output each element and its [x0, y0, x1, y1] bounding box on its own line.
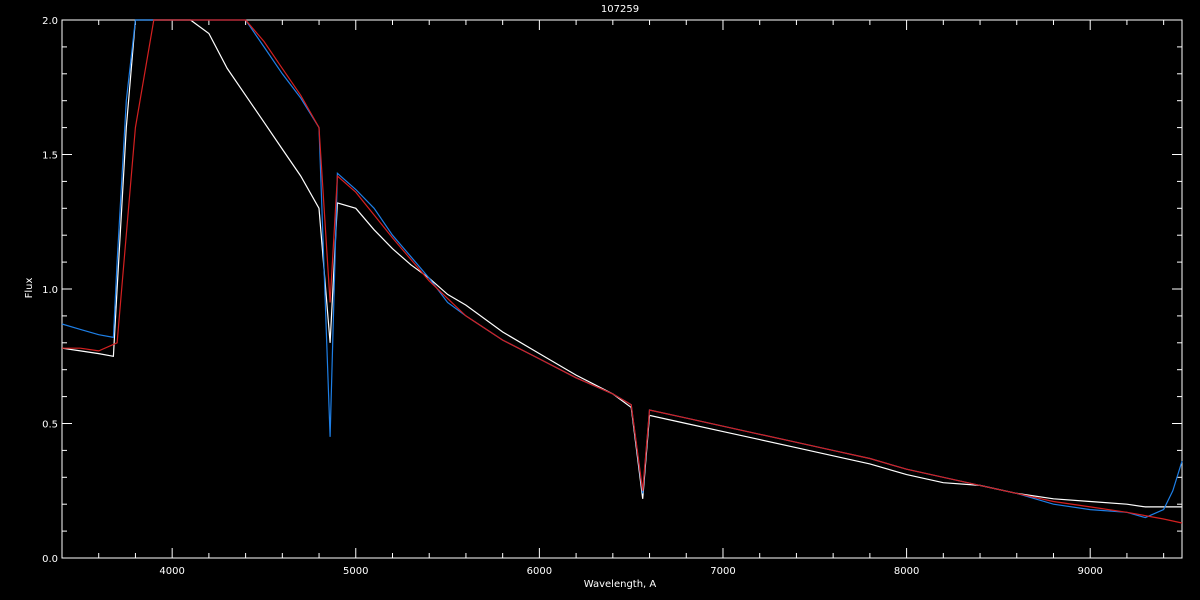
series-line-1 — [61, 19, 1183, 519]
y-tick-label: 1.5 — [42, 151, 58, 162]
x-tick-label: 5000 — [343, 566, 368, 577]
axis-ticks: 4000 5000 6000 7000 8000 9000 0.0 0.5 1.0 1.5 2.0 — [42, 16, 1182, 577]
series-group — [61, 19, 1183, 524]
x-tick-label: 6000 — [527, 566, 552, 577]
y-tick-label: 0.0 — [42, 554, 58, 565]
x-axis-label: Wavelength, A — [584, 579, 657, 590]
series-line-0 — [61, 19, 1182, 508]
series-line-2 — [62, 19, 1183, 524]
y-tick-label: 0.5 — [42, 420, 58, 431]
chart-title: 107259 — [601, 4, 639, 15]
y-tick-label: 1.0 — [42, 285, 58, 296]
spectrum-chart: 107259 Flux Wavelength, A 4000 5000 6000 70… — [24, 4, 1183, 590]
x-tick-label: 8000 — [894, 566, 919, 577]
y-axis-label: Flux — [24, 278, 35, 299]
plot-frame — [61, 19, 1183, 559]
x-tick-label: 9000 — [1077, 566, 1102, 577]
x-tick-label: 7000 — [710, 566, 735, 577]
y-tick-label: 2.0 — [42, 16, 58, 27]
x-tick-label: 4000 — [159, 566, 184, 577]
